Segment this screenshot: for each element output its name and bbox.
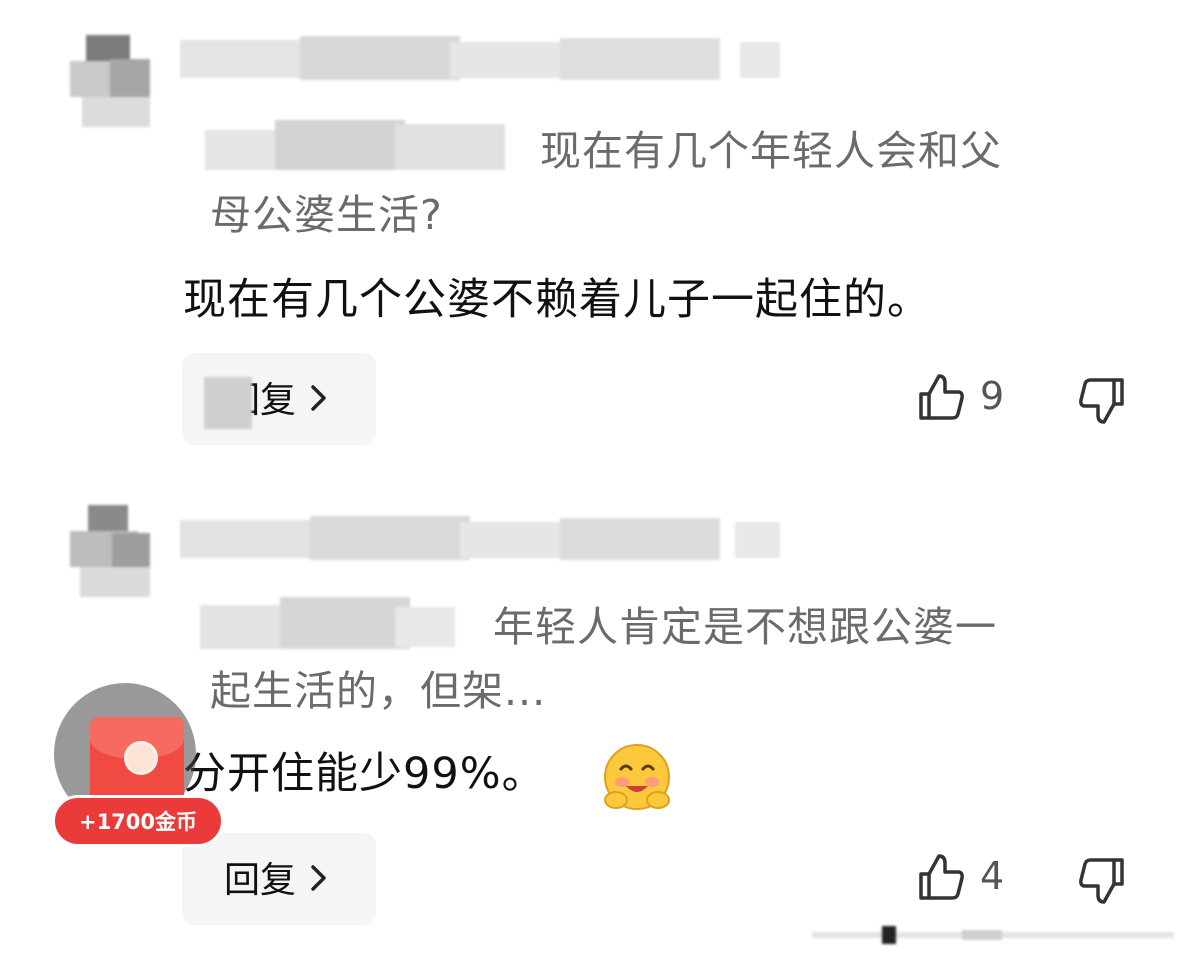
scroll-indicator — [812, 926, 1174, 944]
avatar[interactable] — [70, 505, 156, 597]
quoted-comment[interactable]: 年轻人肯定是不想跟公婆一 起生活的，但架... — [210, 595, 1100, 723]
quoted-comment-line1: 年轻人肯定是不想跟公婆一 — [493, 603, 997, 651]
thumbs-up-icon[interactable] — [917, 372, 965, 422]
red-envelope-widget[interactable]: +1700金币 — [52, 683, 227, 851]
comment-item: 现在有几个年轻人会和父 母公婆生活? 现在有几个公婆不赖着儿子一起住的。 回复 … — [0, 0, 1200, 470]
thumbs-down-icon[interactable] — [1078, 856, 1126, 906]
thumbs-up-icon[interactable] — [917, 852, 965, 902]
like-count: 4 — [980, 854, 1005, 898]
coin-reward-badge[interactable]: +1700金币 — [52, 795, 224, 847]
quoted-comment-line2: 母公婆生活? — [210, 191, 443, 239]
username[interactable] — [180, 36, 780, 84]
chevron-right-icon — [311, 865, 326, 891]
blur-overlay — [204, 377, 252, 429]
username[interactable] — [180, 516, 780, 564]
red-envelope-icon — [90, 717, 184, 805]
quoted-comment-line2: 起生活的，但架... — [210, 667, 547, 715]
avatar[interactable] — [70, 35, 156, 127]
reply-button[interactable]: 回复 — [182, 353, 376, 445]
chevron-right-icon — [311, 385, 326, 411]
like-count: 9 — [980, 374, 1005, 418]
comment-text: 分开住能少99%。 — [183, 749, 546, 799]
quoted-comment[interactable]: 现在有几个年轻人会和父 母公婆生活? — [210, 119, 1100, 247]
quoted-comment-line1: 现在有几个年轻人会和父 — [540, 127, 1002, 175]
reply-label: 回复 — [224, 860, 297, 901]
hugging-face-emoji — [604, 744, 670, 810]
comment-text: 现在有几个公婆不赖着儿子一起住的。 — [183, 275, 931, 325]
envelope-coin — [124, 741, 158, 775]
thumbs-down-icon[interactable] — [1078, 376, 1126, 426]
